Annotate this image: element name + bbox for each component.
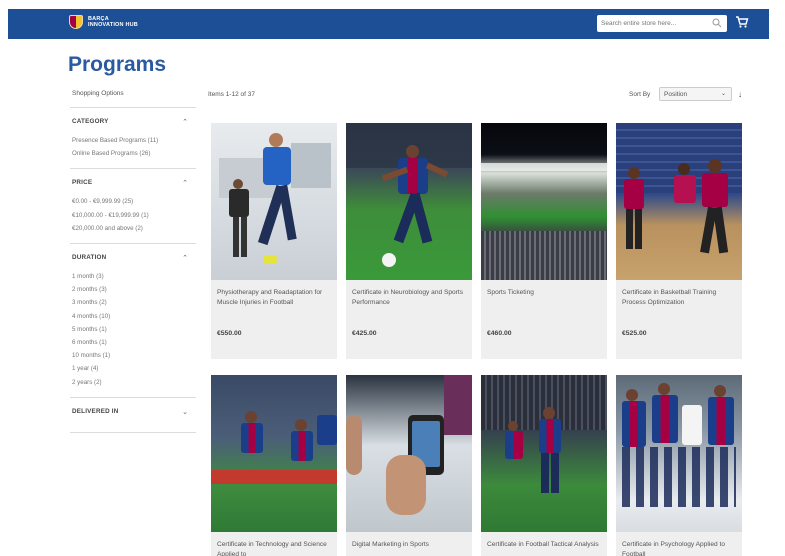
product-name[interactable]: Physiotherapy and Readaptation for Muscl… bbox=[211, 280, 337, 330]
filter-option[interactable]: €10,000.00 - €19,999.99 (1) bbox=[72, 209, 196, 222]
filter-option[interactable]: 2 years (2) bbox=[72, 376, 196, 389]
product-name[interactable]: Sports Ticketing bbox=[481, 280, 607, 330]
filter-option[interactable]: 6 months (1) bbox=[72, 336, 196, 349]
logo-text: BARÇA INNOVATION HUB bbox=[88, 16, 138, 28]
page-title: Programs bbox=[68, 53, 167, 76]
filter-option[interactable]: 5 months (1) bbox=[72, 323, 196, 336]
product-image[interactable] bbox=[346, 375, 472, 532]
sort-label: Sort By bbox=[629, 91, 651, 98]
filter-option[interactable]: €0.00 - €9,999.99 (25) bbox=[72, 195, 196, 208]
shopping-options-heading: Shopping Options bbox=[72, 90, 124, 97]
product-image[interactable] bbox=[481, 123, 607, 280]
product-name[interactable]: Certificate in Technology and Science Ap… bbox=[211, 532, 337, 556]
chevron-up-icon[interactable]: ⌃ bbox=[182, 118, 188, 126]
filter-duration[interactable]: DURATION ⌃ 1 month (3) 2 months (3) 3 mo… bbox=[70, 243, 196, 397]
product-price: €425.00 bbox=[352, 330, 377, 337]
product-image[interactable] bbox=[211, 375, 337, 532]
filter-option[interactable]: 1 month (3) bbox=[72, 270, 196, 283]
chevron-up-icon[interactable]: ⌃ bbox=[182, 179, 188, 187]
product-image[interactable] bbox=[616, 375, 742, 532]
chevron-down-icon: ⌄ bbox=[720, 91, 726, 97]
filter-category[interactable]: CATEGORY ⌃ Presence Based Programs (11) … bbox=[70, 107, 196, 168]
product-name[interactable]: Certificate in Basketball Training Proce… bbox=[616, 280, 742, 330]
sort-direction-arrow-icon[interactable]: ↓ bbox=[738, 90, 742, 99]
product-image[interactable] bbox=[481, 375, 607, 532]
filter-option[interactable]: Online Based Programs (26) bbox=[72, 147, 196, 160]
sort-value: Position bbox=[664, 91, 688, 98]
product-name[interactable]: Certificate in Psychology Applied to Foo… bbox=[616, 532, 742, 556]
logo-line-2: INNOVATION HUB bbox=[88, 22, 138, 28]
product-price: €525.00 bbox=[622, 330, 647, 337]
search-box bbox=[597, 15, 727, 32]
product-price: €550.00 bbox=[217, 330, 242, 337]
filter-option[interactable]: Presence Based Programs (11) bbox=[72, 134, 196, 147]
sort-select[interactable]: Position ⌄ bbox=[659, 87, 732, 101]
product-card[interactable]: Certificate in Basketball Training Proce… bbox=[616, 123, 742, 359]
product-image[interactable] bbox=[211, 123, 337, 280]
filter-title[interactable]: DURATION bbox=[72, 254, 196, 261]
brand-logo[interactable]: BARÇA INNOVATION HUB bbox=[69, 15, 138, 29]
filter-option[interactable]: 3 months (2) bbox=[72, 296, 196, 309]
header-bar: BARÇA INNOVATION HUB bbox=[8, 9, 769, 39]
filter-delivered-in[interactable]: DELIVERED IN ⌄ bbox=[70, 396, 196, 433]
product-name[interactable]: Certificate in Football Tactical Analysi… bbox=[481, 532, 607, 556]
cart-icon[interactable] bbox=[735, 15, 749, 29]
search-icon[interactable] bbox=[712, 18, 722, 28]
product-card[interactable]: Physiotherapy and Readaptation for Muscl… bbox=[211, 123, 337, 359]
product-card[interactable]: Certificate in Technology and Science Ap… bbox=[211, 375, 337, 556]
filter-option[interactable]: 1 year (4) bbox=[72, 362, 196, 375]
filter-option[interactable]: 10 months (1) bbox=[72, 349, 196, 362]
product-card[interactable]: Certificate in Neurobiology and Sports P… bbox=[346, 123, 472, 359]
product-card[interactable]: Certificate in Football Tactical Analysi… bbox=[481, 375, 607, 556]
filter-option[interactable]: €20,000.00 and above (2) bbox=[72, 222, 196, 235]
filter-option[interactable]: 2 months (3) bbox=[72, 283, 196, 296]
product-price: €460.00 bbox=[487, 330, 512, 337]
search-input[interactable] bbox=[601, 20, 711, 27]
product-card[interactable]: Certificate in Psychology Applied to Foo… bbox=[616, 375, 742, 556]
product-card[interactable]: Sports Ticketing €460.00 bbox=[481, 123, 607, 359]
product-name[interactable]: Digital Marketing in Sports bbox=[346, 532, 472, 556]
chevron-up-icon[interactable]: ⌃ bbox=[182, 254, 188, 262]
filter-sidebar: Shopping Options CATEGORY ⌃ Presence Bas… bbox=[70, 90, 196, 433]
filter-title[interactable]: CATEGORY bbox=[72, 118, 196, 125]
filter-option[interactable]: 4 months (10) bbox=[72, 310, 196, 323]
items-count: Items 1-12 of 37 bbox=[208, 91, 255, 98]
chevron-down-icon[interactable]: ⌄ bbox=[182, 408, 188, 416]
filter-title[interactable]: PRICE bbox=[72, 179, 196, 186]
fcb-crest-icon bbox=[69, 15, 83, 29]
filter-title[interactable]: DELIVERED IN bbox=[72, 408, 196, 415]
product-name[interactable]: Certificate in Neurobiology and Sports P… bbox=[346, 280, 472, 330]
product-card[interactable]: Digital Marketing in Sports bbox=[346, 375, 472, 556]
product-image[interactable] bbox=[616, 123, 742, 280]
product-image[interactable] bbox=[346, 123, 472, 280]
filter-price[interactable]: PRICE ⌃ €0.00 - €9,999.99 (25) €10,000.0… bbox=[70, 168, 196, 243]
